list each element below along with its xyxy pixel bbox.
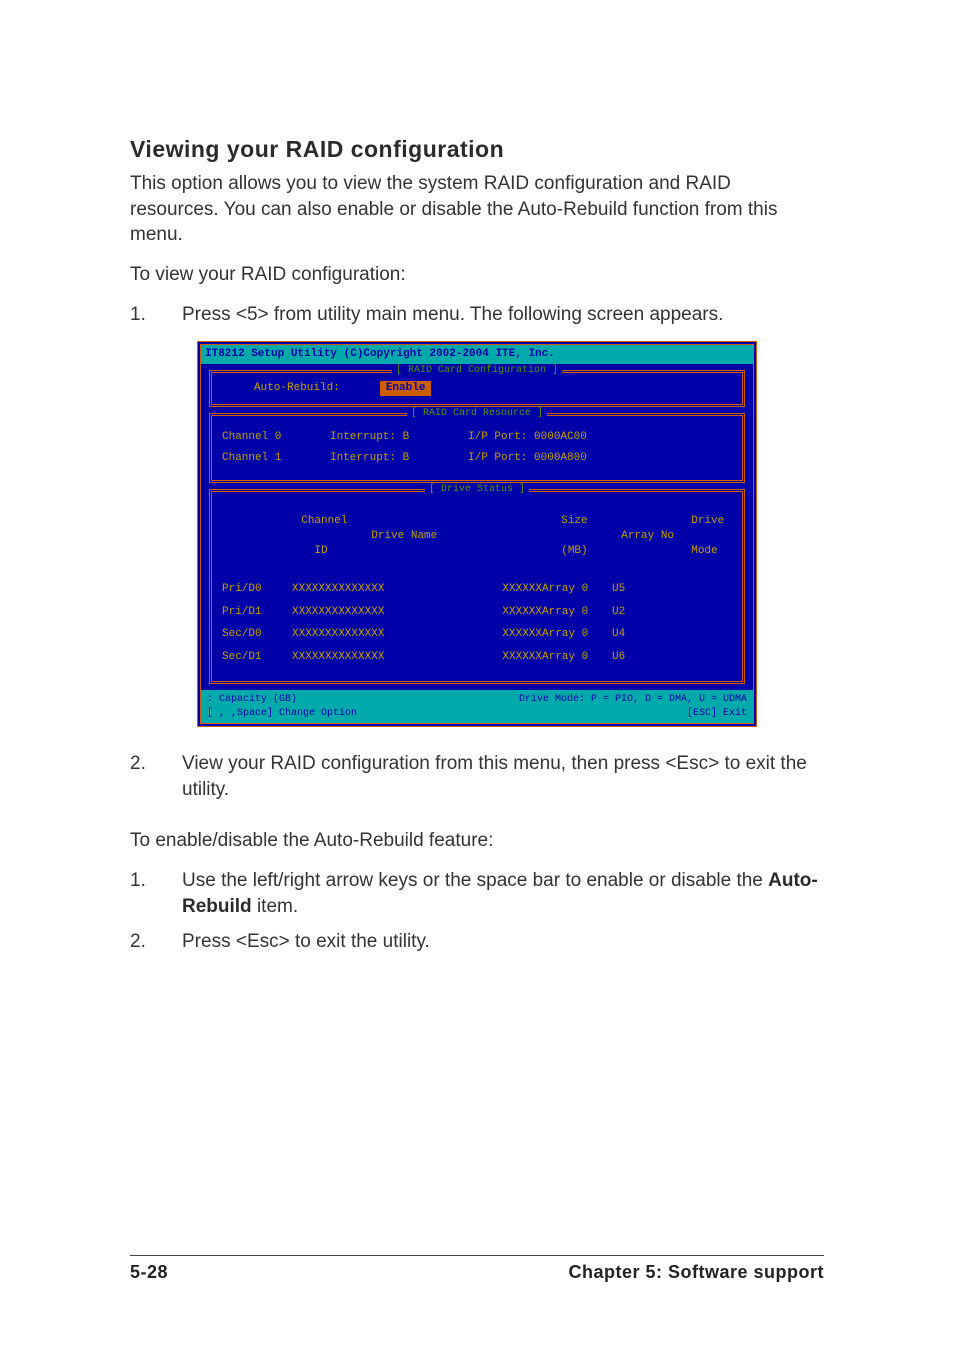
io-port-label: I/P Port: 0000AC00 <box>468 430 648 445</box>
view-steps-list-2: 2. View your RAID configuration from thi… <box>130 751 824 802</box>
frame-label: [ RAID Card Configuration ] <box>392 364 562 378</box>
list-text: View your RAID configuration from this m… <box>182 751 824 802</box>
drive-name: XXXXXXXXXXXXXX <box>292 605 482 620</box>
list-text: Press <Esc> to exit the utility. <box>182 929 824 955</box>
auto-rebuild-value[interactable]: Enable <box>380 381 432 396</box>
drive-id: Pri/D0 <box>222 582 292 597</box>
list-number: 2. <box>130 929 154 955</box>
list-number: 1. <box>130 302 154 328</box>
enable-steps-list: 1. Use the left/right arrow keys or the … <box>130 868 824 955</box>
frame-label: [ RAID Card Resource ] <box>407 407 547 421</box>
drive-row: Sec/D0 XXXXXXXXXXXXXX XXXXXX Array 0 U4 <box>222 627 732 642</box>
to-view-paragraph: To view your RAID configuration: <box>130 262 824 288</box>
list-text: Press <5> from utility main menu. The fo… <box>182 302 824 328</box>
list-item: 1. Press <5> from utility main menu. The… <box>130 302 824 328</box>
list-text-post: item. <box>252 896 298 917</box>
header-mode: Mode <box>691 545 717 557</box>
footer-esc-exit: [ESC] Exit <box>477 707 747 721</box>
interrupt-label: Interrupt: B <box>330 430 460 445</box>
footer-rule <box>130 1255 824 1256</box>
drive-name: XXXXXXXXXXXXXX <box>292 627 482 642</box>
drive-row: Sec/D1 XXXXXXXXXXXXXX XXXXXX Array 0 U6 <box>222 650 732 665</box>
drive-status-frame: [ Drive Status ] Channel ID Drive Name S… <box>209 489 745 685</box>
drive-mode: U6 <box>612 650 662 665</box>
list-text-pre: Use the left/right arrow keys or the spa… <box>182 870 768 891</box>
chapter-title: Chapter 5: Software support <box>568 1262 824 1283</box>
raid-card-configuration-frame: [ RAID Card Configuration ] Auto-Rebuild… <box>209 370 745 407</box>
list-item: 2. Press <Esc> to exit the utility. <box>130 929 824 955</box>
drive-array: Array 0 <box>542 627 612 642</box>
header-drive: Drive <box>691 515 724 527</box>
drive-status-header: Channel ID Drive Name Size (MB) Array No <box>222 500 732 574</box>
resource-row: Channel 1 Interrupt: B I/P Port: 0000A80… <box>222 451 732 466</box>
drive-array: Array 0 <box>542 650 612 665</box>
view-steps-list: 1. Press <5> from utility main menu. The… <box>130 302 824 328</box>
drive-name: XXXXXXXXXXXXXX <box>292 650 482 665</box>
list-text: Use the left/right arrow keys or the spa… <box>182 868 824 919</box>
footer-drive-mode: Drive Mode: P = PIO, D = DMA, U = UDMA <box>477 693 747 707</box>
channel-label: Channel 0 <box>222 430 322 445</box>
section-heading: Viewing your RAID configuration <box>130 136 824 163</box>
drive-mode: U2 <box>612 605 662 620</box>
drive-id: Pri/D1 <box>222 605 292 620</box>
io-port-label: I/P Port: 0000A800 <box>468 451 648 466</box>
drive-size: XXXXXX <box>482 627 542 642</box>
drive-mode: U5 <box>612 582 662 597</box>
resource-row: Channel 0 Interrupt: B I/P Port: 0000AC0… <box>222 430 732 445</box>
auto-rebuild-label: Auto-Rebuild: <box>254 381 340 396</box>
channel-label: Channel 1 <box>222 451 322 466</box>
drive-row: Pri/D0 XXXXXXXXXXXXXX XXXXXX Array 0 U5 <box>222 582 732 597</box>
header-drive-name: Drive Name <box>371 530 437 542</box>
drive-size: XXXXXX <box>482 605 542 620</box>
drive-id: Sec/D1 <box>222 650 292 665</box>
bios-terminal: IT8212 Setup Utility (C)Copyright 2002-2… <box>197 341 757 727</box>
list-item: 1. Use the left/right arrow keys or the … <box>130 868 824 919</box>
intro-paragraph: This option allows you to view the syste… <box>130 171 824 248</box>
frame-label: [ Drive Status ] <box>425 483 529 497</box>
drive-size: XXXXXX <box>482 650 542 665</box>
footer-change-option: [ , ,Space] Change Option <box>207 707 477 721</box>
list-item: 2. View your RAID configuration from thi… <box>130 751 824 802</box>
list-number: 1. <box>130 868 154 919</box>
drive-array: Array 0 <box>542 582 612 597</box>
list-number: 2. <box>130 751 154 802</box>
terminal-footer: : Capacity (GB) Drive Mode: P = PIO, D =… <box>201 690 753 723</box>
drive-name: XXXXXXXXXXXXXX <box>292 582 482 597</box>
page-footer: 5-28 Chapter 5: Software support <box>130 1255 824 1283</box>
document-page: Viewing your RAID configuration This opt… <box>0 0 954 1351</box>
drive-id: Sec/D0 <box>222 627 292 642</box>
page-number: 5-28 <box>130 1262 168 1283</box>
interrupt-label: Interrupt: B <box>330 451 460 466</box>
drive-row: Pri/D1 XXXXXXXXXXXXXX XXXXXX Array 0 U2 <box>222 605 732 620</box>
to-enable-paragraph: To enable/disable the Auto-Rebuild featu… <box>130 828 824 854</box>
drive-size: XXXXXX <box>482 582 542 597</box>
raid-card-resource-frame: [ RAID Card Resource ] Channel 0 Interru… <box>209 413 745 483</box>
drive-array: Array 0 <box>542 605 612 620</box>
footer-capacity: : Capacity (GB) <box>207 693 477 707</box>
drive-mode: U4 <box>612 627 662 642</box>
terminal-titlebar: IT8212 Setup Utility (C)Copyright 2002-2… <box>201 345 753 364</box>
